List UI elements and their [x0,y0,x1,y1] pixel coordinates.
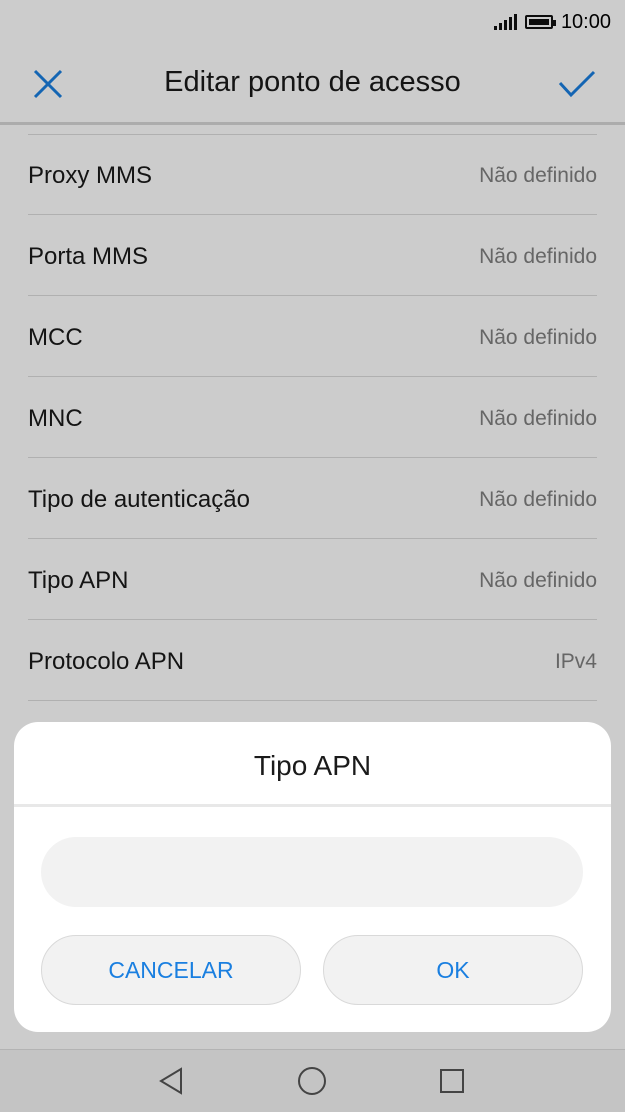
apn-type-input[interactable] [41,837,583,907]
ok-button[interactable]: OK [323,935,583,1005]
dialog-divider [14,804,611,807]
cancel-button[interactable]: CANCELAR [41,935,301,1005]
dialog-title: Tipo APN [253,750,372,781]
tipo-apn-dialog: Tipo APN CANCELAR OK [14,722,611,1032]
